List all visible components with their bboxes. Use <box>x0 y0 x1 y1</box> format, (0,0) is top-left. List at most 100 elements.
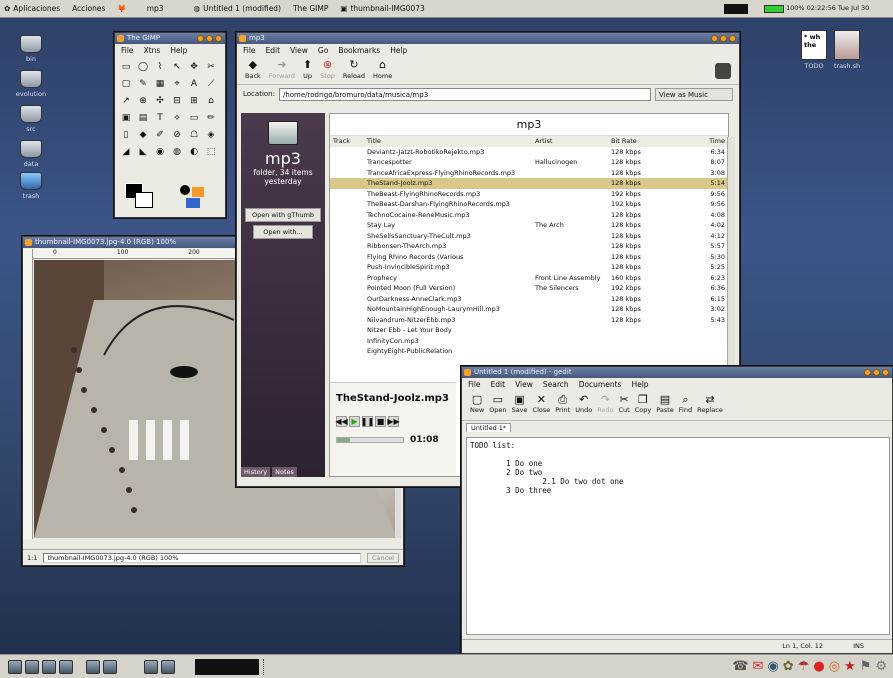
tray-icon[interactable]: ⚙ <box>875 659 887 674</box>
task-gedit[interactable]: ◍ Untitled 1 (modified) <box>194 4 281 13</box>
menu-search[interactable]: Search <box>543 380 569 389</box>
gimp-tool-icon[interactable]: ✏ <box>204 111 218 125</box>
gimp-tool-icon[interactable]: ⌖ <box>170 77 184 91</box>
gimp-tool-icon[interactable]: ⊞ <box>187 94 201 108</box>
table-row[interactable]: TheBeast-Darshan-FlyingRhinoRecords.mp3 1… <box>330 199 728 210</box>
table-row[interactable]: InfinityCon.mp3 <box>330 336 728 347</box>
col-track[interactable]: Track <box>330 136 364 147</box>
tray-icon[interactable]: ☎ <box>732 659 748 674</box>
settings-launcher-icon[interactable] <box>86 659 100 674</box>
table-row[interactable]: SheSellsSanctuary-TheCult.mp3 128 kbps 4:1… <box>330 231 728 242</box>
gimp-tool-icon[interactable]: ✎ <box>136 77 150 91</box>
table-row[interactable]: TheStand-Joolz.mp3 128 kbps 5:14 <box>330 178 728 189</box>
panel-handle[interactable] <box>263 658 267 675</box>
table-row[interactable]: Pointed Moon (Full Version) The Silencers… <box>330 283 728 294</box>
close-button[interactable] <box>215 35 222 42</box>
view-as-select[interactable]: View as Music <box>655 87 733 101</box>
browser-launcher-icon[interactable] <box>25 659 39 674</box>
find-button[interactable]: ⌕ Find <box>679 393 692 418</box>
menu-file[interactable]: File <box>468 380 481 389</box>
text-editor[interactable]: TODO list: 1 Do one 2 Do two 2.1 Do two … <box>466 437 890 635</box>
workspace-switcher[interactable] <box>724 4 748 14</box>
replace-button[interactable]: ⇄ Replace <box>697 393 723 418</box>
table-row[interactable]: Flying Rhino Records (Various 128 kbps 5:3… <box>330 252 728 263</box>
desktop-icon-trash[interactable]: trash <box>10 172 52 200</box>
gimp-tool-icon[interactable]: ◢ <box>119 145 133 159</box>
undo-button[interactable]: ↶ Undo <box>575 393 592 418</box>
gimp-tool-icon[interactable]: ◐ <box>187 145 201 159</box>
open-with-gthumb-button[interactable]: Open with gThumb <box>245 208 321 222</box>
gimp-tool-icon[interactable]: A <box>187 77 201 91</box>
files-launcher-icon[interactable] <box>59 659 73 674</box>
table-row[interactable]: EightyEight-PublicRelation <box>330 346 728 357</box>
desktop-icon-evolution[interactable]: evolution <box>10 70 52 98</box>
table-row[interactable]: Push-InvincibleSpirit.mp3 128 kbps 5:25 <box>330 262 728 273</box>
maximize-button[interactable] <box>720 35 727 42</box>
desktop-icon-bin[interactable]: bin <box>10 35 52 63</box>
gimp-tool-icon[interactable]: ⊟ <box>170 94 184 108</box>
tray-icon[interactable]: ✿ <box>783 659 794 674</box>
gimp-tool-icon[interactable]: ◈ <box>204 128 218 142</box>
minimize-button[interactable] <box>864 369 871 376</box>
menu-go[interactable]: Go <box>318 46 328 55</box>
gimp-tool-icon[interactable]: ⟡ <box>170 111 184 125</box>
table-row[interactable]: NoMountainHighEnough-LauryrnHill.mp3 128 … <box>330 304 728 315</box>
table-row[interactable]: Stay Lay The Arch 128 kbps 4:02 <box>330 220 728 231</box>
gimp-tool-icon[interactable]: ▤ <box>136 111 150 125</box>
menu-edit[interactable]: Edit <box>266 46 281 55</box>
task-mp3[interactable]: mp3 <box>147 4 164 13</box>
task-thumbnail[interactable]: ▣ thumbnail-IMG0073 <box>340 4 424 13</box>
actions-menu[interactable]: Acciones <box>72 4 105 13</box>
menu-bookmarks[interactable]: Bookmarks <box>338 46 380 55</box>
minimize-button[interactable] <box>711 35 718 42</box>
menu-view[interactable]: View <box>290 46 308 55</box>
gimp-tool-icon[interactable]: ▦ <box>153 77 167 91</box>
trash-launcher-icon[interactable] <box>144 659 158 674</box>
menu-help[interactable]: Help <box>390 46 407 55</box>
close-button[interactable] <box>729 35 736 42</box>
up-button[interactable]: ⬆ Up <box>303 59 312 82</box>
gimp-tool-icon[interactable]: ⌇ <box>153 60 167 74</box>
table-row[interactable]: Deviantz-Jatzt-RobotikoRejekto.mp3 128 kb… <box>330 147 728 158</box>
gimp-tool-icon[interactable]: ☖ <box>187 128 201 142</box>
pause-button[interactable]: ❚❚ <box>361 416 374 427</box>
gimp-tool-icon[interactable]: ◉ <box>153 145 167 159</box>
menu-file[interactable]: File <box>121 46 134 55</box>
previous-button[interactable]: ◀◀ <box>335 416 348 427</box>
desktop-icon-data[interactable]: data <box>10 140 52 168</box>
gimp-tool-icon[interactable]: ↖ <box>170 60 184 74</box>
table-row[interactable]: TechnoCocaine-ReneMusic.mp3 128 kbps 4:08 <box>330 210 728 221</box>
tray-icon[interactable]: ★ <box>844 659 856 674</box>
tray-icon[interactable]: ☂ <box>798 659 810 674</box>
table-row[interactable]: TranceAfricaExpress-FlyingRhinoRecords.m… <box>330 168 728 179</box>
gimp-tool-icon[interactable]: ◍ <box>170 145 184 159</box>
gimp-tool-icon[interactable]: ✣ <box>153 94 167 108</box>
close-button[interactable]: ✕ Close <box>533 393 551 418</box>
gimp-tool-icon[interactable]: ⬚ <box>204 145 218 159</box>
gimp-tool-icon[interactable]: ◆ <box>136 128 150 142</box>
color-area[interactable] <box>125 183 165 211</box>
cancel-button[interactable]: Cancel <box>366 552 399 563</box>
workspace-box[interactable] <box>195 658 259 675</box>
desktop-icon-trash-sh[interactable]: trash.sh <box>826 30 868 70</box>
gimp-tool-icon[interactable]: ↗ <box>119 94 133 108</box>
maximize-button[interactable] <box>873 369 880 376</box>
gimp-tool-icon[interactable]: ⌂ <box>204 94 218 108</box>
clock[interactable]: 100% 02:22:56 Tue Jul 30 <box>786 4 869 12</box>
open-with-button[interactable]: Open with... <box>253 225 313 239</box>
home-launcher-icon[interactable] <box>161 659 175 674</box>
task-gimp[interactable]: The GIMP <box>293 4 328 13</box>
play-button[interactable]: ▶ <box>349 416 360 427</box>
brush-pattern-area[interactable] <box>180 185 210 209</box>
gimp-tool-icon[interactable]: ⊕ <box>136 94 150 108</box>
tab-history[interactable]: History <box>241 467 271 477</box>
gimp-tool-icon[interactable]: ◯ <box>136 60 150 74</box>
open-button[interactable]: ▭ Open <box>489 393 506 418</box>
new-button[interactable]: ▢ New <box>470 393 484 418</box>
gimp-tool-icon[interactable]: ◣ <box>136 145 150 159</box>
launcher-icon[interactable]: 🦊 <box>117 4 126 13</box>
menu-help[interactable]: Help <box>170 46 187 55</box>
col-artist[interactable]: Artist <box>532 136 608 147</box>
tray-icon[interactable]: ● <box>813 659 824 674</box>
table-row[interactable]: Nitzer Ebb - Let Your Body <box>330 325 728 336</box>
